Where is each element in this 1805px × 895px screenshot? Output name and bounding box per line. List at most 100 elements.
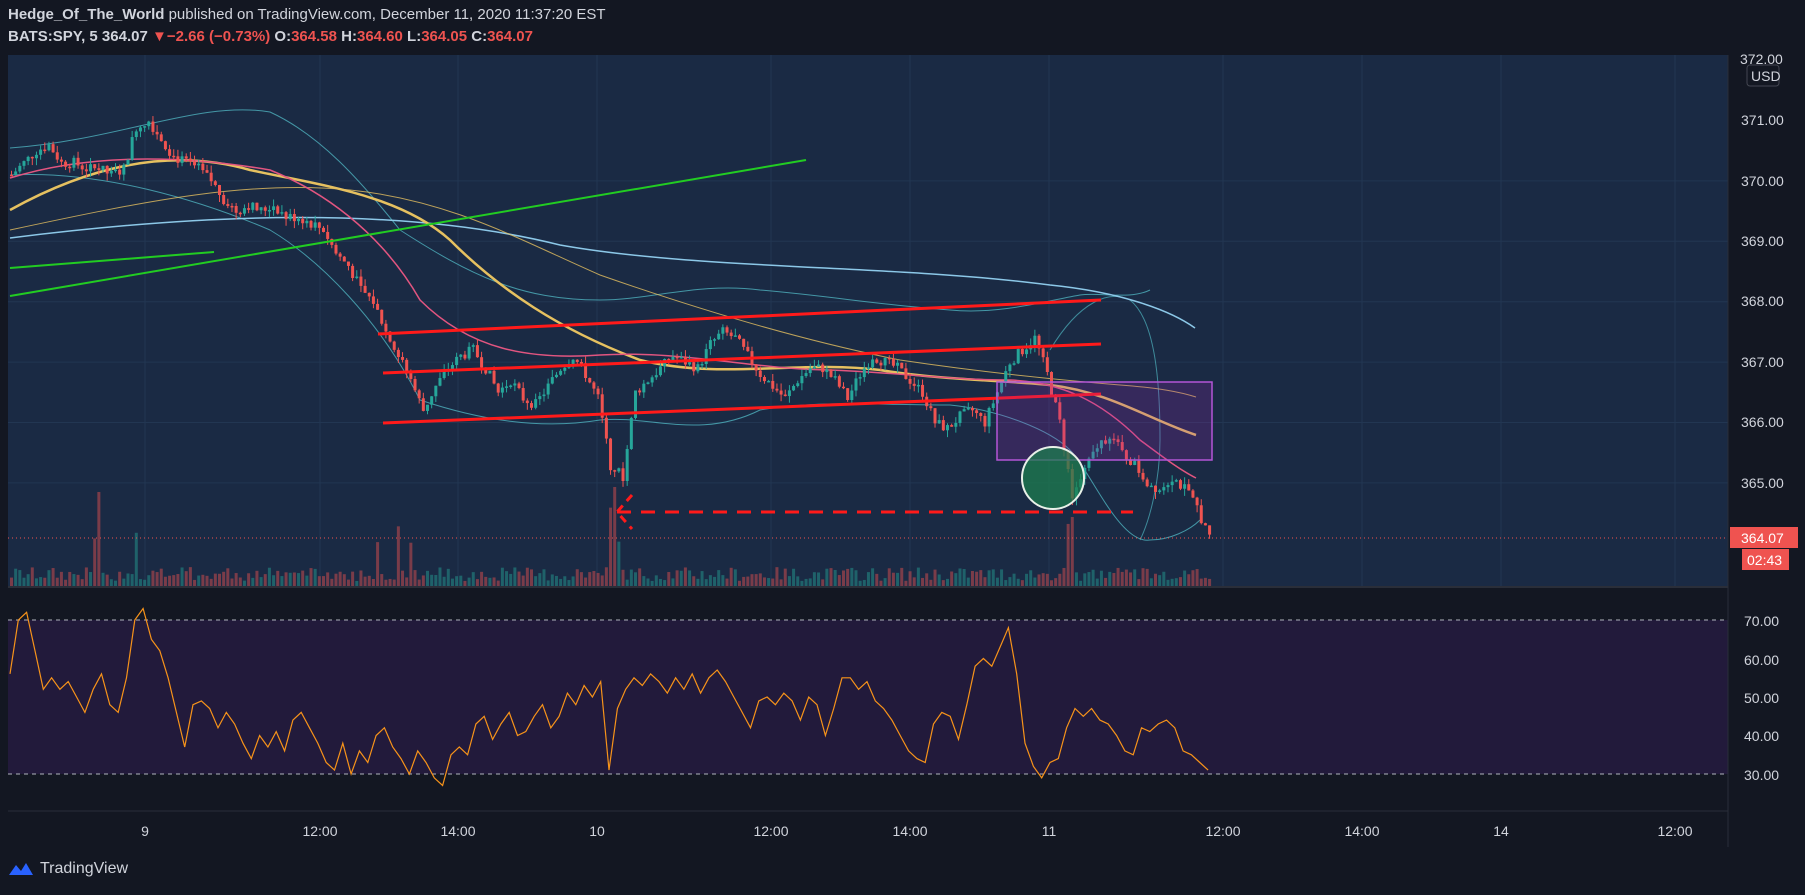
volume-bar bbox=[1091, 569, 1095, 587]
volume-bar bbox=[280, 576, 284, 587]
volume-bar bbox=[850, 567, 854, 587]
candle-body bbox=[579, 361, 583, 364]
volume-bar bbox=[351, 571, 355, 587]
candle-body bbox=[704, 349, 708, 364]
candle-body bbox=[263, 207, 267, 211]
candle-body bbox=[72, 157, 76, 168]
volume-bar bbox=[176, 574, 180, 587]
volume-bar bbox=[592, 571, 596, 587]
candle-body bbox=[654, 375, 658, 378]
price-scale[interactable]: 372.00 USD 371.00 370.00 369.00 368.00 3… bbox=[1730, 51, 1798, 570]
candle-body bbox=[866, 367, 870, 369]
volume-bar bbox=[762, 577, 766, 587]
candle-body bbox=[675, 356, 679, 359]
candle-body bbox=[1025, 349, 1029, 355]
volume-bar bbox=[1112, 572, 1116, 587]
price-tick: 367.00 bbox=[1741, 354, 1784, 370]
candle-body bbox=[1016, 348, 1020, 364]
volume-bar bbox=[384, 579, 388, 587]
volume-bar bbox=[991, 569, 995, 587]
candle-body bbox=[717, 333, 721, 340]
volume-bar bbox=[579, 572, 583, 587]
volume-bar bbox=[147, 575, 151, 587]
candle-body bbox=[292, 213, 296, 222]
tradingview-brand[interactable]: TradingView bbox=[8, 860, 128, 878]
price-tick: 366.00 bbox=[1741, 414, 1784, 430]
candle-body bbox=[700, 363, 704, 366]
volume-bar bbox=[542, 569, 546, 587]
volume-bar bbox=[1166, 579, 1170, 587]
volume-bar bbox=[796, 576, 800, 587]
volume-bar bbox=[459, 575, 463, 587]
candle-body bbox=[351, 265, 355, 278]
volume-bar bbox=[891, 572, 895, 587]
volume-bar bbox=[663, 580, 667, 587]
volume-bar bbox=[267, 567, 271, 587]
volume-bar bbox=[488, 577, 492, 587]
rsi-tick: 40.00 bbox=[1744, 728, 1779, 744]
candle-body bbox=[14, 171, 18, 175]
volume-bar bbox=[1137, 579, 1141, 587]
volume-bar bbox=[80, 579, 84, 587]
candle-body bbox=[842, 386, 845, 389]
volume-bar bbox=[962, 569, 966, 587]
candle-body bbox=[47, 144, 51, 151]
highlight-circle[interactable] bbox=[1021, 446, 1085, 510]
volume-bar bbox=[14, 568, 18, 587]
candle-body bbox=[817, 364, 821, 367]
volume-bar bbox=[1195, 569, 1199, 587]
volume-bar bbox=[750, 574, 754, 587]
candle-body bbox=[251, 202, 255, 210]
candle-body bbox=[230, 205, 234, 208]
candle-body bbox=[779, 390, 783, 395]
volume-bar bbox=[309, 568, 313, 587]
candle-body bbox=[767, 380, 771, 383]
volume-bar bbox=[1016, 578, 1020, 587]
candle-body bbox=[696, 364, 700, 372]
volume-bar bbox=[667, 572, 671, 587]
countdown-text: 02:43 bbox=[1747, 552, 1782, 568]
candle-body bbox=[554, 374, 558, 378]
candle-body bbox=[871, 359, 875, 368]
volume-bar bbox=[708, 575, 712, 587]
volume-bar bbox=[613, 487, 617, 587]
volume-bar bbox=[434, 574, 438, 587]
candle-body bbox=[213, 181, 217, 186]
volume-bar bbox=[767, 578, 771, 587]
candle-body bbox=[713, 339, 717, 341]
volume-bar bbox=[297, 573, 301, 587]
candle-body bbox=[322, 227, 325, 232]
volume-bar bbox=[30, 567, 34, 587]
volume-bar bbox=[376, 542, 380, 587]
rsi-scale[interactable]: 70.00 60.00 50.00 40.00 30.00 bbox=[1744, 613, 1779, 783]
highlight-box[interactable] bbox=[996, 381, 1213, 461]
volume-bar bbox=[1095, 578, 1099, 587]
volume-bar bbox=[1012, 573, 1016, 587]
currency-label: USD bbox=[1751, 68, 1781, 84]
candle-body bbox=[1203, 523, 1207, 526]
volume-bar bbox=[143, 579, 147, 587]
volume-bar bbox=[842, 570, 845, 587]
candle-body bbox=[392, 341, 396, 350]
volume-bar bbox=[380, 574, 384, 587]
volume-bar bbox=[122, 578, 126, 587]
volume-bar bbox=[954, 573, 958, 587]
volume-bar bbox=[1066, 523, 1070, 587]
time-axis[interactable]: 9 12:00 14:00 10 12:00 14:00 11 12:00 14… bbox=[141, 823, 1693, 839]
candle-body bbox=[1195, 497, 1199, 506]
candle-body bbox=[417, 390, 421, 399]
volume-bar bbox=[575, 569, 579, 587]
candle-body bbox=[259, 207, 263, 211]
candle-body bbox=[771, 380, 775, 389]
chart-canvas[interactable]: 372.00 USD 371.00 370.00 369.00 368.00 3… bbox=[0, 0, 1805, 895]
candle-body bbox=[854, 378, 858, 391]
volume-bar bbox=[1050, 580, 1053, 587]
price-pane[interactable] bbox=[8, 55, 1728, 587]
candle-body bbox=[762, 376, 766, 382]
volume-bar bbox=[1191, 570, 1195, 587]
volume-bar bbox=[746, 576, 750, 587]
candle-body bbox=[101, 165, 105, 170]
candle-body bbox=[430, 396, 434, 405]
volume-bar bbox=[159, 568, 163, 587]
volume-bar bbox=[301, 570, 305, 587]
